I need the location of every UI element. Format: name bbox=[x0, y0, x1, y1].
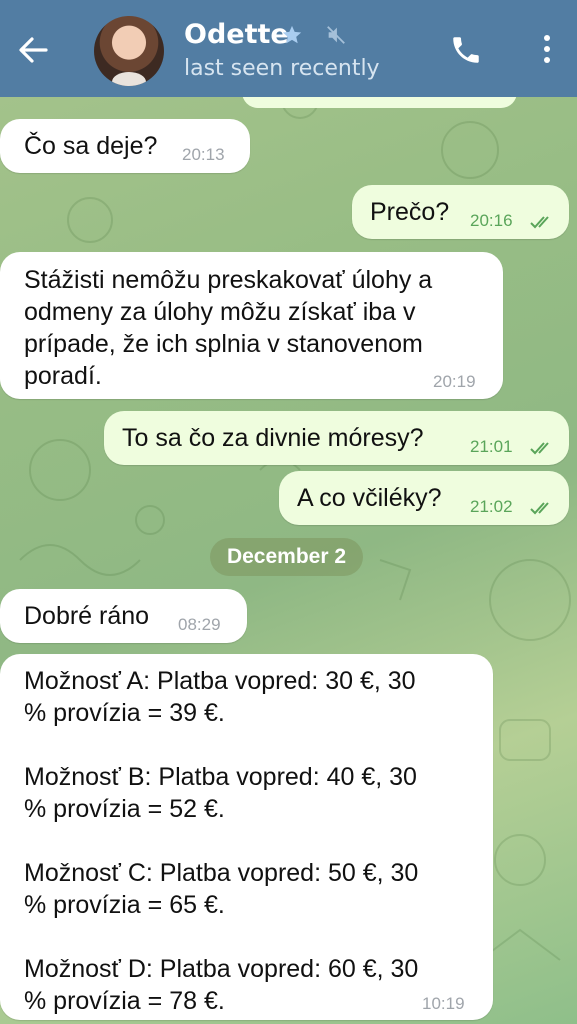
message-bubble[interactable]: A co včiléky? 21:02 bbox=[279, 471, 569, 525]
message-text: To sa čo za divnie móresy? bbox=[122, 424, 424, 452]
message-bubble[interactable]: Čo sa deje? 20:13 bbox=[0, 119, 250, 173]
message-bubble[interactable]: To sa čo za divnie móresy? 21:01 bbox=[104, 411, 569, 465]
message-time: 21:01 bbox=[470, 437, 513, 456]
more-options-icon[interactable] bbox=[537, 32, 557, 66]
message-text: Čo sa deje? bbox=[24, 132, 158, 160]
back-arrow-icon[interactable] bbox=[14, 30, 54, 70]
message-time: 10:19 bbox=[422, 994, 465, 1013]
message-text: Stážisti nemôžu preskakovať úlohy a odme… bbox=[24, 266, 433, 390]
message-text: Možnosť A: Platba vopred: 30 €, 30 % pro… bbox=[24, 667, 419, 1015]
phone-call-icon[interactable] bbox=[449, 33, 483, 67]
message-bubble[interactable]: Dobré ráno 08:29 bbox=[0, 589, 247, 643]
message-text: A co včiléky? bbox=[297, 484, 442, 512]
message-time: 08:29 bbox=[178, 615, 221, 634]
read-double-check-icon bbox=[530, 442, 549, 455]
message-time: 20:19 bbox=[433, 372, 476, 391]
chat-header: Odette last seen recently bbox=[0, 0, 577, 97]
read-double-check-icon bbox=[530, 502, 549, 515]
message-bubble[interactable]: Možnosť A: Platba vopred: 30 €, 30 % pro… bbox=[0, 654, 493, 1020]
message-bubble[interactable]: Prečo? 20:16 bbox=[352, 185, 569, 239]
message-time: 20:13 bbox=[182, 145, 225, 164]
message-time: 20:16 bbox=[470, 211, 513, 230]
message-bubble[interactable]: Stážisti nemôžu preskakovať úlohy a odme… bbox=[0, 252, 503, 399]
message-text: Dobré ráno bbox=[24, 602, 150, 630]
muted-icon bbox=[327, 26, 345, 44]
date-separator: December 2 bbox=[210, 538, 363, 576]
contact-status: last seen recently bbox=[184, 56, 380, 81]
read-double-check-icon bbox=[530, 216, 549, 229]
premium-star-icon bbox=[282, 25, 302, 44]
contact-name[interactable]: Odette bbox=[184, 18, 289, 52]
contact-avatar[interactable] bbox=[94, 16, 164, 86]
message-time: 21:02 bbox=[470, 497, 513, 516]
message-text: Prečo? bbox=[370, 198, 450, 226]
